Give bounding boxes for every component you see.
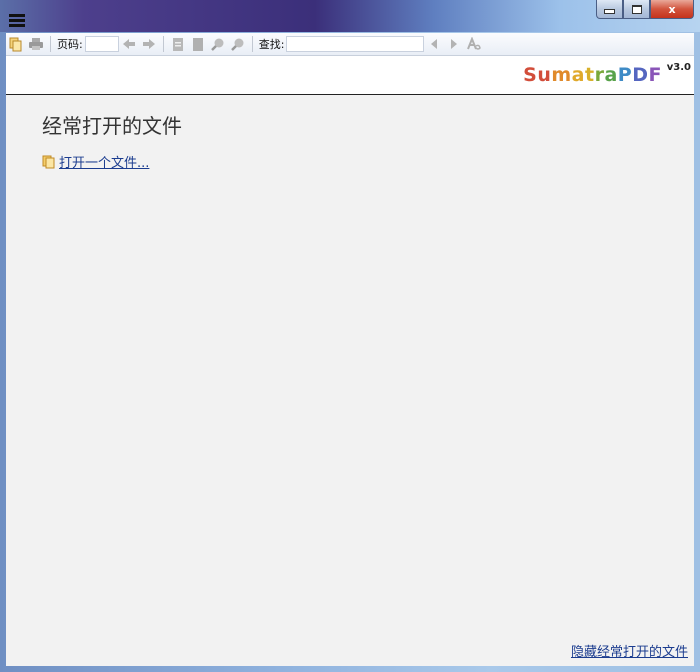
toolbar-separator (162, 36, 164, 52)
find-next-icon[interactable] (446, 36, 462, 52)
forward-arrow-icon[interactable] (141, 36, 157, 52)
logo-letter: F (648, 64, 662, 86)
back-arrow-icon[interactable] (121, 36, 137, 52)
logo-letter: t (585, 64, 595, 86)
print-icon[interactable] (28, 36, 44, 52)
frequently-read-title: 经常打开的文件 (42, 114, 182, 138)
app-window: x 页码: 查找: SumatraPDF v3.0 经常打开的文件 打开一个文件… (0, 0, 700, 672)
page-number-input[interactable] (84, 36, 119, 52)
open-file-icon[interactable] (8, 36, 24, 52)
home-page: SumatraPDF v3.0 经常打开的文件 打开一个文件... 隐藏经常打开… (6, 56, 694, 666)
open-file-link[interactable]: 打开一个文件... (42, 152, 149, 171)
close-icon: x (668, 2, 676, 16)
fit-page-icon[interactable] (170, 36, 186, 52)
logo-letter: u (537, 64, 552, 86)
logo-letter: a (604, 64, 618, 86)
open-document-icon (42, 155, 55, 168)
toolbar-separator (50, 36, 51, 52)
minimize-button[interactable] (596, 0, 623, 19)
close-button[interactable]: x (650, 0, 694, 19)
find-input[interactable] (286, 36, 425, 52)
logo-header: SumatraPDF v3.0 (6, 56, 694, 95)
find-previous-icon[interactable] (426, 36, 442, 52)
hide-frequently-read-link[interactable]: 隐藏经常打开的文件 (571, 641, 688, 660)
match-case-icon[interactable] (466, 36, 482, 52)
window-controls: x (596, 0, 694, 19)
fit-width-icon[interactable] (190, 36, 206, 52)
open-file-link-text[interactable]: 打开一个文件... (59, 152, 149, 171)
toolbar-separator (251, 36, 253, 52)
minimize-icon (604, 9, 615, 14)
version-label: v3.0 (666, 62, 691, 73)
app-logo: SumatraPDF (523, 64, 662, 86)
toolbar: 页码: 查找: (6, 33, 694, 56)
logo-letter: a (571, 64, 585, 86)
logo-letter: D (632, 64, 649, 86)
zoom-out-icon[interactable] (210, 36, 226, 52)
logo-letter: m (551, 64, 572, 86)
page-label: 页码: (57, 38, 83, 51)
hamburger-menu-icon[interactable] (9, 14, 25, 28)
title-bar[interactable]: x (0, 0, 700, 32)
zoom-in-icon[interactable] (230, 36, 246, 52)
find-label: 查找: (258, 38, 285, 51)
maximize-button[interactable] (623, 0, 650, 19)
logo-letter: P (617, 64, 633, 86)
logo-letter: S (523, 64, 538, 86)
maximize-icon (631, 4, 642, 14)
logo-letter: r (594, 64, 605, 86)
